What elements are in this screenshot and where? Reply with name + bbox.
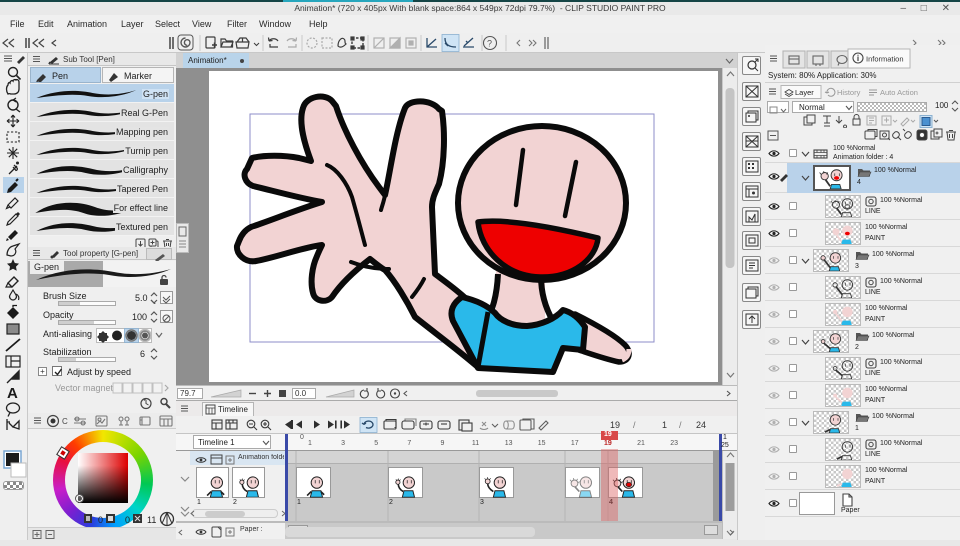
svg-text:/: / [679, 420, 682, 430]
svg-text:11: 11 [147, 515, 156, 525]
svg-text:Auto Action: Auto Action [880, 88, 918, 97]
svg-text:24: 24 [696, 420, 706, 430]
svg-text:?: ? [487, 39, 492, 49]
svg-text:0: 0 [98, 515, 103, 525]
svg-text:Layer: Layer [795, 88, 814, 97]
svg-text:C: C [62, 417, 68, 426]
svg-text:A: A [7, 385, 18, 402]
svg-text:1: 1 [662, 420, 667, 430]
svg-text:History: History [837, 88, 861, 97]
svg-text:/: / [633, 420, 636, 430]
svg-text:19: 19 [610, 420, 620, 430]
svg-text:Information: Information [866, 55, 904, 64]
svg-text:0: 0 [125, 515, 130, 525]
